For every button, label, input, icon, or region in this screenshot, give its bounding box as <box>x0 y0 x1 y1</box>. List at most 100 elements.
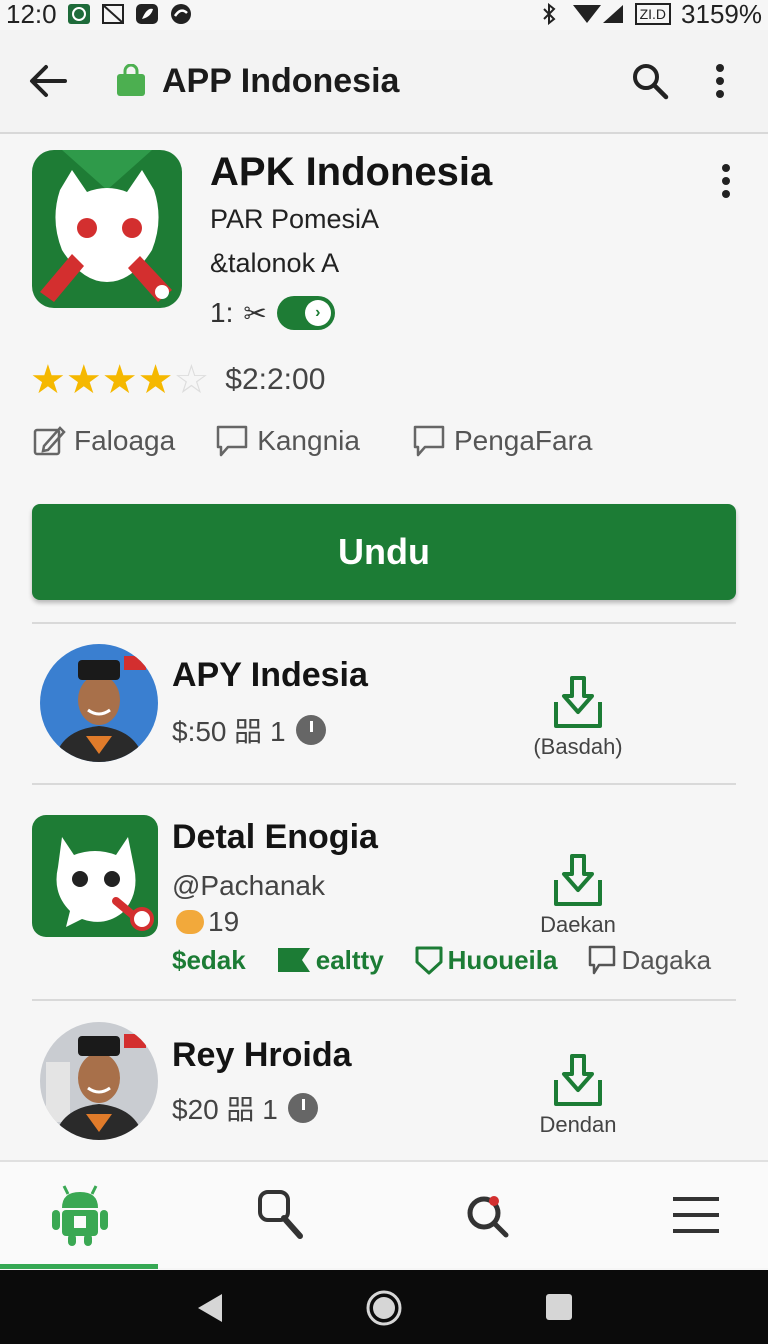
download-button[interactable]: Undu <box>32 504 736 600</box>
action-label: (Basdah) <box>533 734 623 759</box>
avatar[interactable] <box>40 644 158 762</box>
battery-level: 3159% <box>681 0 762 29</box>
search-button[interactable] <box>622 53 678 109</box>
star-empty-icon: ☆ <box>173 358 210 402</box>
home-circle-icon[interactable] <box>366 1290 402 1326</box>
meta-symbol: ✂ <box>243 297 267 329</box>
list-item-count: 19 <box>176 906 239 938</box>
leaf-icon <box>135 3 159 25</box>
nav-android-tab[interactable] <box>42 1180 118 1250</box>
download-icon <box>554 1054 602 1106</box>
edit-icon <box>33 426 66 456</box>
star-filled-icon: ★ <box>30 358 66 402</box>
app-developer[interactable]: PAR PomesiA <box>210 204 379 235</box>
app-meta: 1: ✂ › <box>210 296 335 330</box>
download-action[interactable]: (Basdah) <box>518 672 638 760</box>
price-text: $:50 㗊 1 <box>172 716 286 747</box>
tag-label: $edak <box>172 944 246 975</box>
app-bar: APP Indonesia <box>0 30 768 134</box>
app-icon[interactable] <box>32 815 158 937</box>
comment-icon <box>216 425 248 457</box>
flag-icon <box>277 948 310 972</box>
avatar[interactable] <box>40 1022 158 1140</box>
search-icon <box>258 1190 303 1239</box>
tag-ealtty[interactable]: ealtty <box>276 945 384 976</box>
download-action[interactable]: Dendan <box>518 1050 638 1138</box>
tag-label: Dagaka <box>621 944 712 975</box>
app-tags: Faloaga Kangnia PengaFara <box>32 424 593 458</box>
back-button[interactable] <box>20 53 76 109</box>
install-toggle[interactable]: › <box>276 296 335 330</box>
rating-stars: ★ ★ ★ ★ ☆ <box>30 360 209 400</box>
star-filled-icon: ★ <box>101 358 138 402</box>
download-action[interactable]: Daekan <box>518 850 638 938</box>
tag-label: PengaFara <box>453 425 593 456</box>
download-icon <box>554 854 602 906</box>
handle-text: @Pachanak <box>172 870 325 901</box>
back-triangle-icon[interactable] <box>196 1292 224 1324</box>
no-image-icon <box>101 3 125 25</box>
tag-faloaga[interactable]: Faloaga <box>32 424 175 458</box>
divider <box>32 999 736 1001</box>
app-price: $2:2:00 <box>225 363 326 396</box>
list-item-price: $:50 㗊 1 <box>172 710 326 750</box>
tag-label: Kangnia <box>257 425 360 456</box>
shopping-bag-icon <box>117 64 145 96</box>
divider <box>32 783 736 785</box>
star-filled-icon: ★ <box>65 358 102 402</box>
app-name: APK Indonesia <box>210 150 493 194</box>
tag-sedak[interactable]: $edak <box>172 945 246 976</box>
app-more-button[interactable] <box>706 156 746 206</box>
notification-icon <box>67 3 91 25</box>
shield-icon <box>415 946 443 975</box>
tag-label: ealtty <box>315 944 384 975</box>
list-item-tags: $edak ealtty Huoueila Dagaka <box>172 944 711 976</box>
bottom-nav <box>0 1160 768 1268</box>
list-item-title[interactable]: Rey Hroida <box>172 1036 352 1075</box>
more-vert-icon <box>722 164 730 198</box>
active-tab-indicator <box>0 1264 158 1269</box>
recents-square-icon[interactable] <box>544 1292 574 1322</box>
divider <box>32 622 736 624</box>
tag-label: Huoueila <box>447 944 558 975</box>
count-text: 19 <box>208 906 240 937</box>
back-arrow-icon <box>30 65 67 97</box>
system-nav-bar <box>0 1270 768 1344</box>
action-label: Dendan <box>539 1112 617 1137</box>
sync-icon <box>169 3 193 25</box>
clock-icon <box>295 715 326 745</box>
list-item-title[interactable]: APY Indesia <box>172 656 368 695</box>
toggle-knob-icon: › <box>304 300 331 326</box>
action-label: Daekan <box>540 912 616 937</box>
download-icon <box>554 676 602 728</box>
nav-search-tab[interactable] <box>244 1180 320 1250</box>
list-item-handle: @Pachanak <box>172 870 325 902</box>
signal-icon <box>571 3 625 25</box>
nav-discover-tab[interactable] <box>450 1180 526 1250</box>
tag-huoueila[interactable]: Huoueila <box>414 944 558 976</box>
emoji-icon <box>176 910 204 934</box>
list-item-title[interactable]: Detal Enogia <box>172 818 378 857</box>
status-time: 12:0 <box>6 0 57 29</box>
list-item-price: $20 㗊 1 <box>172 1088 318 1128</box>
tag-dagaka[interactable]: Dagaka <box>587 944 711 976</box>
app-bar-title: APP Indonesia <box>162 61 400 100</box>
android-icon <box>52 1185 108 1246</box>
meta-prefix: 1: <box>210 297 234 328</box>
tag-kangnia[interactable]: Kangnia <box>215 424 360 458</box>
search-dot-icon <box>467 1196 509 1238</box>
rating-row: ★ ★ ★ ★ ☆ $2:2:00 <box>30 360 325 400</box>
nav-menu-tab[interactable] <box>658 1180 734 1250</box>
search-icon <box>633 64 669 100</box>
clock-icon <box>287 1093 318 1123</box>
bluetooth-icon <box>537 3 561 25</box>
overflow-menu-button[interactable] <box>692 53 748 109</box>
tag-pengafara[interactable]: PengaFara <box>412 424 593 458</box>
comment-icon <box>589 945 616 975</box>
status-bar: 12:0 ZI.D 3159% <box>0 0 768 29</box>
app-icon <box>32 150 182 308</box>
app-subtitle: &talonok A <box>210 248 340 278</box>
menu-icon <box>673 1197 719 1233</box>
price-text: $20 㗊 1 <box>172 1094 278 1125</box>
status-badge: ZI.D <box>634 3 672 25</box>
